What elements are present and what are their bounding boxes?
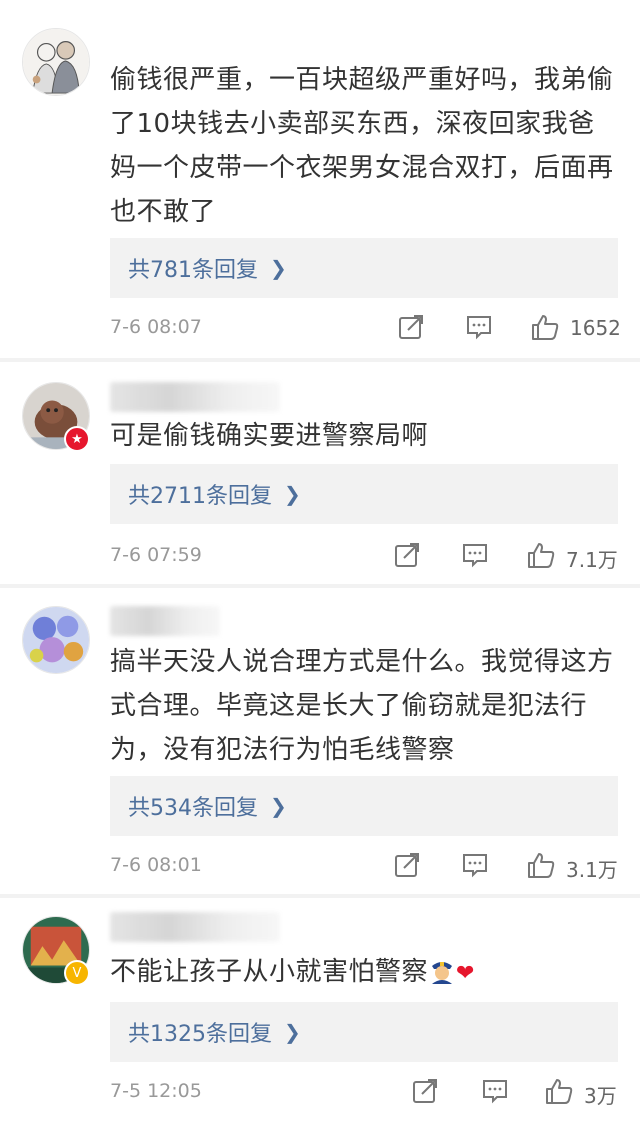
- comment-time: 7-6 07:59: [110, 544, 202, 566]
- avatar[interactable]: [22, 606, 90, 674]
- verified-badge-icon: ★: [64, 426, 90, 452]
- comment-item: V 不能让孩子从小就害怕警察 ❤ 共1325条回复 ❯ 7-5 12:05 3万: [0, 898, 640, 1121]
- replies-label: 共2711条回复: [128, 484, 272, 509]
- username-blurred: [110, 606, 220, 636]
- chevron-right-icon: ❯: [270, 794, 287, 818]
- comment-meta: 7-6 08:07 1652: [110, 312, 621, 344]
- comment-text: 搞半天没人说合理方式是什么。我觉得这方式合理。毕竟这是长大了偷窃就是犯法行为，没…: [110, 647, 614, 765]
- chevron-right-icon: ❯: [270, 256, 287, 280]
- replies-button[interactable]: 共2711条回复 ❯: [110, 464, 618, 524]
- replies-button[interactable]: 共781条回复 ❯: [110, 238, 618, 298]
- comment-item: 偷钱很严重，一百块超级严重好吗，我弟偷了10块钱去小卖部买东西，深夜回家我爸妈一…: [0, 0, 640, 360]
- like-icon[interactable]: [526, 540, 558, 572]
- avatar[interactable]: [22, 28, 90, 96]
- replies-button[interactable]: 共1325条回复 ❯: [110, 1002, 618, 1062]
- police-emoji-icon: [432, 962, 453, 984]
- comment-icon[interactable]: [480, 1076, 512, 1108]
- like-icon[interactable]: [526, 850, 558, 882]
- like-count: 3.1万: [566, 858, 618, 882]
- comment-time: 7-5 12:05: [110, 1080, 202, 1102]
- comment-item: ★ 可是偷钱确实要进警察局啊 共2711条回复 ❯ 7-6 07:59 7.1万: [0, 362, 640, 586]
- repost-icon[interactable]: [410, 1076, 442, 1108]
- like-count: 1652: [570, 316, 621, 340]
- comment-meta: 7-6 07:59 7.1万: [110, 540, 620, 572]
- comment-time: 7-6 08:01: [110, 854, 202, 876]
- repost-icon[interactable]: [392, 540, 424, 572]
- chevron-right-icon: ❯: [284, 1020, 301, 1044]
- comment-text-row: 不能让孩子从小就害怕警察 ❤: [110, 950, 620, 996]
- comment-text: 可是偷钱确实要进警察局啊: [110, 421, 429, 451]
- sketch-avatar-icon: [23, 29, 89, 95]
- comment-icon[interactable]: [464, 312, 496, 344]
- comment-icon[interactable]: [460, 540, 492, 572]
- comment-meta: 7-5 12:05 3万: [110, 1076, 620, 1108]
- comment-text: 偷钱很严重，一百块超级严重好吗，我弟偷了10块钱去小卖部买东西，深夜回家我爸妈一…: [110, 65, 614, 227]
- like-count: 3万: [584, 1084, 617, 1108]
- replies-label: 共781条回复: [128, 258, 258, 283]
- comment-item: 搞半天没人说合理方式是什么。我觉得这方式合理。毕竟这是长大了偷窃就是犯法行为，没…: [0, 588, 640, 894]
- like-icon[interactable]: [530, 312, 562, 344]
- replies-button[interactable]: 共534条回复 ❯: [110, 776, 618, 836]
- username-blurred: [110, 382, 280, 412]
- repost-icon[interactable]: [396, 312, 428, 344]
- chevron-right-icon: ❯: [284, 482, 301, 506]
- comment-text: 不能让孩子从小就害怕警察: [110, 957, 429, 987]
- like-icon[interactable]: [544, 1076, 576, 1108]
- verified-v-badge-icon: V: [64, 960, 90, 986]
- flowers-avatar-icon: [23, 607, 89, 673]
- heart-emoji-icon: ❤: [456, 961, 475, 986]
- comment-icon[interactable]: [460, 850, 492, 882]
- like-count: 7.1万: [566, 548, 618, 572]
- comment-time: 7-6 08:07: [110, 316, 202, 338]
- comment-meta: 7-6 08:01 3.1万: [110, 850, 620, 882]
- replies-label: 共1325条回复: [128, 1022, 272, 1047]
- replies-label: 共534条回复: [128, 796, 258, 821]
- username-blurred: [110, 912, 280, 942]
- repost-icon[interactable]: [392, 850, 424, 882]
